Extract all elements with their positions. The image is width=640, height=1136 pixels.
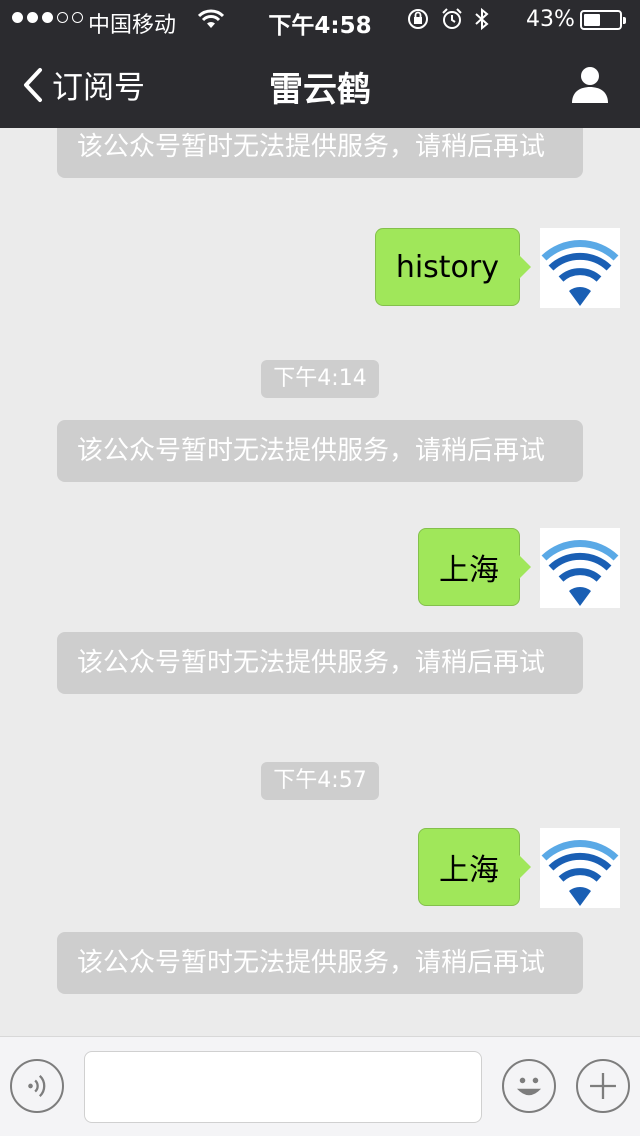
message-bubble[interactable]: 上海 xyxy=(418,828,531,906)
timestamp-text: 下午4:14 xyxy=(261,360,379,398)
user-avatar-wifi-icon[interactable] xyxy=(540,228,620,308)
message-input[interactable] xyxy=(84,1051,482,1123)
battery-icon xyxy=(580,10,626,30)
outgoing-message: 上海 xyxy=(418,528,620,608)
system-message: 该公众号暂时无法提供服务，请稍后再试 xyxy=(57,420,583,482)
timestamp: 下午4:14 xyxy=(0,360,640,398)
battery-fill xyxy=(584,14,600,26)
emoji-icon[interactable] xyxy=(502,1059,556,1113)
user-avatar-wifi-icon[interactable] xyxy=(540,528,620,608)
alarm-icon xyxy=(442,8,462,29)
message-text: history xyxy=(395,249,499,285)
message-bubble[interactable]: history xyxy=(374,228,531,306)
timestamp: 下午4:57 xyxy=(0,762,640,800)
message-text: 上海 xyxy=(439,853,499,888)
system-message: 该公众号暂时无法提供服务，请稍后再试 xyxy=(57,128,583,178)
plus-icon[interactable] xyxy=(576,1059,630,1113)
voice-icon[interactable] xyxy=(10,1059,64,1113)
user-avatar-wifi-icon[interactable] xyxy=(540,828,620,908)
chat-area[interactable]: 该公众号暂时无法提供服务，请稍后再试 history 下午4:14 该公众号暂时… xyxy=(0,128,640,1036)
input-bar xyxy=(0,1036,640,1136)
status-bar: 中国移动 下午4:58 43% xyxy=(0,0,640,40)
message-bubble[interactable]: 上海 xyxy=(418,528,531,606)
message-text: 上海 xyxy=(439,553,499,588)
profile-icon[interactable] xyxy=(570,64,610,104)
bluetooth-icon xyxy=(475,7,489,31)
top-bar: 中国移动 下午4:58 43% 订阅号 雷云鹤 xyxy=(0,0,640,128)
orientation-lock-icon xyxy=(408,9,428,29)
outgoing-message: 上海 xyxy=(418,828,620,908)
system-message: 该公众号暂时无法提供服务，请稍后再试 xyxy=(57,632,583,694)
system-message: 该公众号暂时无法提供服务，请稍后再试 xyxy=(57,932,583,994)
chat-title: 雷云鹤 xyxy=(269,70,371,110)
outgoing-message: history xyxy=(374,228,620,308)
battery-percent: 43% xyxy=(526,7,575,32)
navigation-bar: 订阅号 雷云鹤 xyxy=(0,40,640,128)
timestamp-text: 下午4:57 xyxy=(261,762,379,800)
